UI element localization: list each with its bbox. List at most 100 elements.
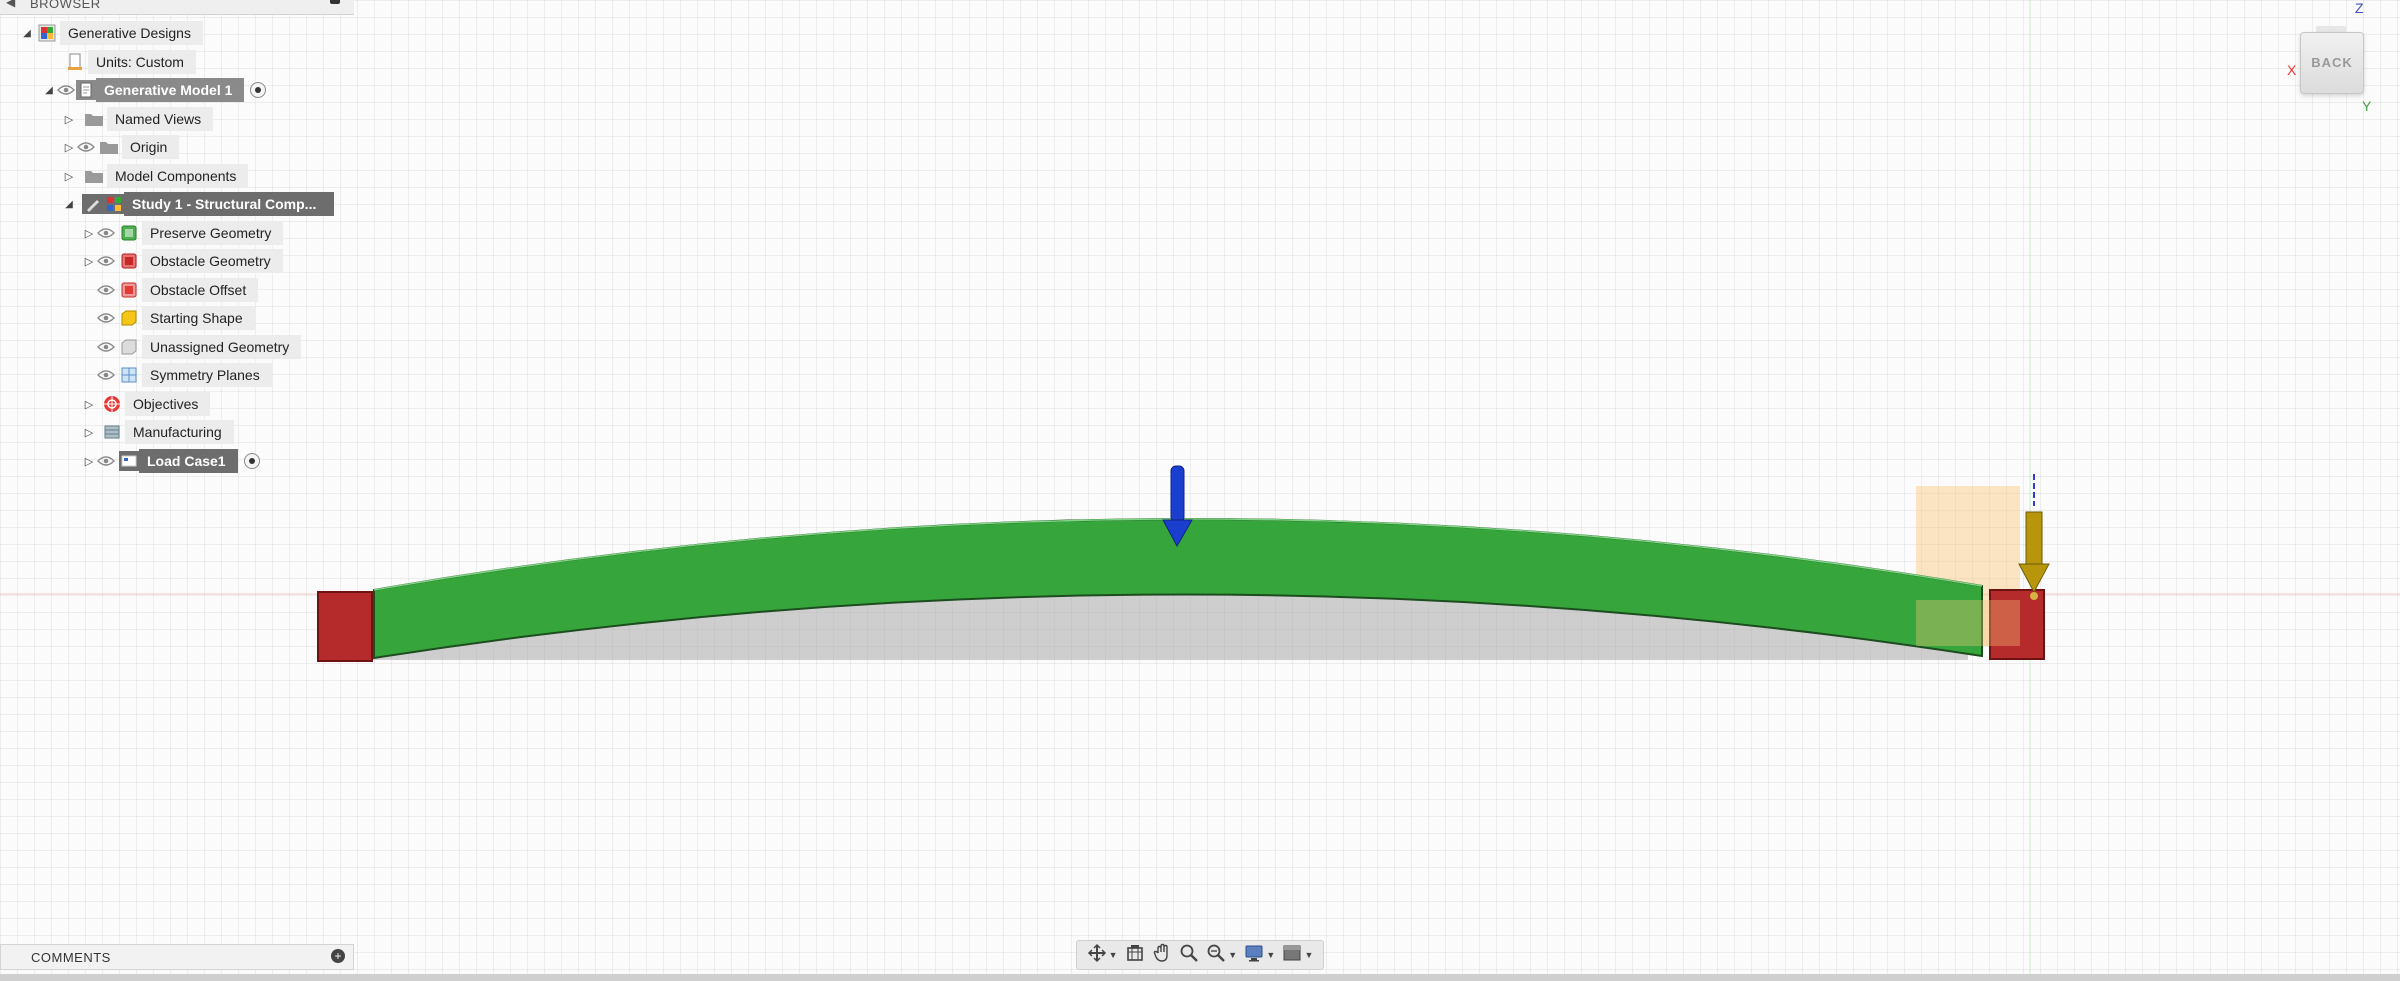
- chevron-down-icon[interactable]: ▼: [1109, 950, 1118, 960]
- load-case-icon: [119, 451, 139, 471]
- chevron-down-icon[interactable]: ▼: [1228, 950, 1237, 960]
- look-at-icon: [1125, 943, 1145, 968]
- look-at-tool[interactable]: [1125, 943, 1145, 967]
- tree-label-named-views: Named Views: [107, 107, 214, 131]
- tree-row-named-views[interactable]: ▷ Named Views: [62, 106, 214, 132]
- visual-style-icon: [1282, 943, 1302, 968]
- visibility-eye-icon[interactable]: [96, 448, 116, 474]
- add-comment-icon[interactable]: +: [331, 949, 345, 963]
- symmetry-planes-icon: [119, 365, 139, 385]
- tree-row-symmetry-planes[interactable]: Symmetry Planes: [96, 362, 272, 388]
- tree-row-model-components[interactable]: ▷ Model Components: [62, 163, 249, 189]
- zoom-icon: [1179, 943, 1199, 968]
- collapse-triangle-icon[interactable]: ◢: [20, 20, 34, 46]
- tree-row-origin[interactable]: ▷ Origin: [62, 134, 180, 160]
- tree-row-units[interactable]: Units: Custom: [62, 49, 196, 75]
- load-arrow-gold[interactable]: [2018, 474, 2050, 600]
- tree-label-preserve-geometry: Preserve Geometry: [142, 221, 284, 245]
- visibility-eye-icon[interactable]: [56, 77, 76, 103]
- expand-triangle-icon[interactable]: ▷: [82, 248, 96, 274]
- tree-row-objectives[interactable]: ▷ Objectives: [82, 391, 211, 417]
- activate-radio-icon[interactable]: [243, 453, 260, 469]
- collapse-triangle-icon[interactable]: ◢: [42, 77, 56, 103]
- preserve-block-left[interactable]: [317, 591, 373, 662]
- expand-triangle-icon[interactable]: ▷: [62, 106, 76, 132]
- chevron-down-icon[interactable]: ▼: [1304, 950, 1313, 960]
- z-axis-label: Z: [2355, 0, 2364, 16]
- visibility-eye-icon[interactable]: [96, 362, 116, 388]
- tree-label-model-components: Model Components: [107, 164, 249, 188]
- activate-radio-icon[interactable]: [250, 82, 267, 98]
- folder-icon: [84, 166, 104, 186]
- orbit-icon: [1087, 943, 1107, 968]
- starting-shape-overlap: [1916, 600, 2020, 646]
- zoom-window-tool[interactable]: ▼: [1206, 943, 1237, 967]
- model-scene[interactable]: [0, 0, 2400, 981]
- tree-label-origin: Origin: [122, 135, 180, 159]
- folder-icon: [84, 109, 104, 129]
- tree-row-starting-shape[interactable]: Starting Shape: [96, 305, 255, 331]
- comments-title: COMMENTS: [31, 950, 111, 965]
- visibility-eye-icon[interactable]: [96, 277, 116, 303]
- comments-panel[interactable]: COMMENTS +: [0, 944, 354, 970]
- view-cube-face-back[interactable]: BACK: [2300, 32, 2364, 94]
- tree-label-obstacle-offset: Obstacle Offset: [142, 278, 259, 302]
- expand-triangle-icon[interactable]: ▷: [62, 163, 76, 189]
- tree-label-manufacturing: Manufacturing: [125, 420, 234, 444]
- starting-shape-icon: [119, 308, 139, 328]
- visibility-eye-icon[interactable]: [76, 134, 96, 160]
- x-axis-label: X: [2287, 62, 2297, 78]
- display-settings-tool[interactable]: ▼: [1244, 943, 1275, 967]
- chevron-down-icon[interactable]: ▼: [1266, 950, 1275, 960]
- tree-row-generative-designs[interactable]: ◢ Generative Designs: [20, 20, 203, 46]
- display-settings-icon: [1244, 943, 1264, 968]
- visibility-eye-icon[interactable]: [96, 248, 116, 274]
- tree-row-obstacle-geometry[interactable]: ▷ Obstacle Geometry: [82, 248, 283, 274]
- collapse-browser-icon[interactable]: ◀: [6, 0, 16, 9]
- zoom-tool[interactable]: [1179, 943, 1199, 967]
- units-icon: [65, 52, 85, 72]
- tree-row-generative-model[interactable]: ◢ Generative Model 1: [42, 77, 267, 103]
- visibility-eye-icon[interactable]: [96, 305, 116, 331]
- tree-label-load-case: Load Case1: [139, 449, 238, 473]
- navigation-toolbar: ▼ ▼ ▼ ▼: [1076, 940, 1324, 970]
- folder-icon: [99, 137, 119, 157]
- obstacle-offset-icon: [119, 280, 139, 300]
- view-cube[interactable]: BACK: [2296, 22, 2366, 96]
- tree-label-generative-designs: Generative Designs: [60, 21, 203, 45]
- study-type-icon: [104, 194, 124, 214]
- generative-design-icon: [37, 23, 57, 43]
- pan-tool[interactable]: [1152, 943, 1172, 967]
- browser-title: BROWSER: [30, 0, 101, 11]
- canvas-viewport[interactable]: ◀ BROWSER ◢ Generative Designs Units: Cu…: [0, 0, 2400, 981]
- tree-label-symmetry-planes: Symmetry Planes: [142, 363, 272, 387]
- tree-label-study: Study 1 - Structural Comp...: [124, 192, 334, 216]
- tree-label-obstacle-geometry: Obstacle Geometry: [142, 249, 283, 273]
- zoom-window-icon: [1206, 943, 1226, 968]
- tree-row-study[interactable]: ◢ Study 1 - Structural Comp...: [62, 191, 334, 217]
- visibility-eye-icon[interactable]: [96, 334, 116, 360]
- visual-style-tool[interactable]: ▼: [1282, 943, 1313, 967]
- collapse-triangle-icon[interactable]: ◢: [62, 191, 76, 217]
- tree-row-load-case[interactable]: ▷ Load Case1: [82, 448, 260, 474]
- expand-triangle-icon[interactable]: ▷: [82, 419, 96, 445]
- status-strip: [0, 974, 2400, 981]
- tree-row-manufacturing[interactable]: ▷ Manufacturing: [82, 419, 234, 445]
- unassigned-geometry-icon: [119, 337, 139, 357]
- expand-triangle-icon[interactable]: ▷: [82, 391, 96, 417]
- pin-icon[interactable]: [330, 0, 340, 4]
- tree-label-objectives: Objectives: [125, 392, 211, 416]
- tree-row-obstacle-offset[interactable]: Obstacle Offset: [96, 277, 259, 303]
- tree-label-units: Units: Custom: [88, 50, 196, 74]
- expand-triangle-icon[interactable]: ▷: [82, 220, 96, 246]
- tree-row-unassigned-geometry[interactable]: Unassigned Geometry: [96, 334, 302, 360]
- visibility-eye-icon[interactable]: [96, 220, 116, 246]
- tree-row-preserve-geometry[interactable]: ▷ Preserve Geometry: [82, 220, 284, 246]
- browser-panel-header[interactable]: ◀ BROWSER: [0, 0, 354, 15]
- orbit-tool[interactable]: ▼: [1087, 943, 1118, 967]
- preserve-geometry-icon: [119, 223, 139, 243]
- expand-triangle-icon[interactable]: ▷: [82, 448, 96, 474]
- tree-label-unassigned-geometry: Unassigned Geometry: [142, 335, 302, 359]
- y-axis-label: Y: [2362, 98, 2372, 114]
- expand-triangle-icon[interactable]: ▷: [62, 134, 76, 160]
